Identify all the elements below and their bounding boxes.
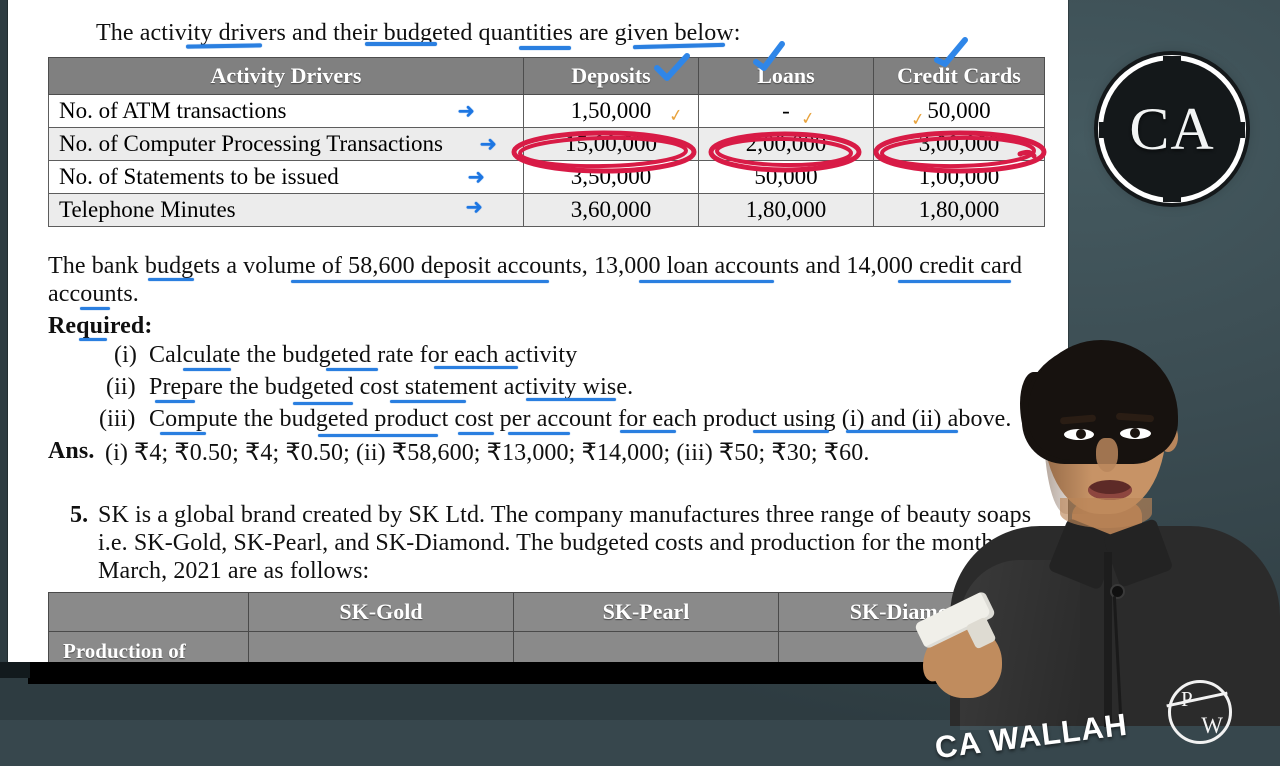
requirement-num: (iii) (99, 406, 136, 432)
cell-deposits: 3,60,000 (523, 193, 699, 227)
ca-logo-text: CA (1129, 96, 1215, 162)
underline-mark (185, 43, 263, 49)
question-number: 5. (70, 502, 89, 528)
required-label: Required: (48, 313, 153, 339)
ca-logo: CA (1099, 56, 1245, 202)
arrow-icon: ➜ (457, 99, 475, 123)
underline-mark (753, 430, 829, 433)
video-background: The activity drivers and their budgeted … (0, 0, 1280, 765)
cell-credit-cards: 50,000 (873, 94, 1045, 128)
underline-mark (155, 400, 195, 403)
presenter-mouth (1088, 480, 1132, 500)
cell-deposits: 15,00,000 (523, 127, 699, 161)
logo-notch (1233, 122, 1245, 138)
arrow-icon: ➜ (465, 195, 483, 220)
presenter-nose (1096, 438, 1118, 472)
underline-mark (293, 402, 353, 405)
requirement-text: Compute the budgeted product cost per ac… (149, 406, 1012, 432)
col-deposits: Deposits (523, 57, 699, 95)
cell-loans: 2,00,000 (698, 127, 874, 161)
body-line-2: accounts. (48, 281, 139, 307)
body-line-1: The bank budgets a volume of 58,600 depo… (48, 253, 1023, 279)
table-row: Production of (48, 631, 1045, 662)
underline-mark (326, 368, 378, 371)
col-blank (48, 592, 249, 632)
document-slide: The activity drivers and their budgeted … (8, 0, 1068, 662)
col-credit-cards: Credit Cards (873, 57, 1045, 95)
activity-drivers-table: Activity Drivers Deposits Loans Credit C… (48, 57, 1045, 227)
table-row: No. of ATM transactions ➜ 1,50,000 - 50,0… (48, 94, 1045, 128)
underline-mark (390, 400, 466, 403)
col-sk-pearl: SK-Pearl (513, 592, 779, 632)
underline-mark (508, 432, 570, 435)
requirement-num: (ii) (106, 374, 136, 400)
presenter: P W CA WALLAH (913, 330, 1280, 765)
cell-loans: 1,80,000 (698, 193, 874, 227)
table-header-row: Activity Drivers Deposits Loans Credit C… (48, 57, 1045, 95)
tick-icon: ✓ (799, 108, 817, 130)
document-shadow-left (0, 662, 30, 678)
underline-mark (526, 398, 616, 401)
row-label: No. of ATM transactions (59, 98, 287, 123)
cell-credit-cards: 1,00,000 (873, 160, 1045, 194)
question5-line2: i.e. SK-Gold, SK-Pearl, and SK-Diamond. … (98, 530, 994, 556)
pupil-left (1076, 429, 1086, 439)
underline-mark (318, 434, 438, 437)
question5-line1: SK is a global brand created by SK Ltd. … (98, 502, 1032, 528)
underline-mark (639, 280, 774, 283)
underline-mark (458, 432, 494, 435)
cell-loans: - (698, 94, 874, 128)
cell-pearl (513, 631, 779, 662)
pupil-right (1130, 428, 1140, 438)
arrow-icon: ➜ (479, 132, 497, 156)
tick-icon: ✓ (667, 105, 685, 127)
col-activity-drivers: Activity Drivers (48, 57, 524, 95)
row-label: Telephone Minutes (59, 197, 236, 222)
underline-mark (519, 46, 571, 50)
col-loans: Loans (698, 57, 874, 95)
requirement-num: (i) (114, 342, 137, 368)
cell-credit-cards: 1,80,000 (873, 193, 1045, 227)
cell-loans: 50,000 (698, 160, 874, 194)
tick-icon: ✓ (909, 109, 927, 131)
underline-mark (160, 432, 206, 435)
sk-products-table: SK-Gold SK-Pearl SK-Diamond Production o… (48, 592, 1045, 662)
table-row: No. of Computer Processing Transactions ➜… (48, 127, 1045, 161)
shirt-placket (1104, 552, 1112, 727)
underline-mark (365, 42, 437, 46)
logo-notch (1163, 190, 1181, 202)
col-sk-gold: SK-Gold (248, 592, 514, 632)
underline-mark (898, 280, 1011, 283)
requirement-text: Prepare the budgeted cost statement acti… (149, 374, 634, 400)
answer-label: Ans. (48, 438, 95, 464)
row-label: No. of Statements to be issued (59, 164, 339, 189)
table-row: Telephone Minutes ➜ 3,60,000 1,80,000 1,8… (48, 193, 1045, 227)
underline-mark (80, 307, 110, 310)
underline-mark (291, 280, 549, 283)
question5-line3: March, 2021 are as follows: (98, 558, 370, 584)
cell-deposits: 3,50,000 (523, 160, 699, 194)
underline-mark (79, 338, 107, 341)
underline-mark (434, 366, 518, 369)
logo-notch (1163, 56, 1181, 68)
underline-mark (148, 278, 194, 281)
row-label: No. of Computer Processing Transactions (59, 131, 443, 156)
table-header-row: SK-Gold SK-Pearl SK-Diamond (48, 592, 1045, 632)
answer-text: (i) ₹4; ₹0.50; ₹4; ₹0.50; (ii) ₹58,600; … (105, 440, 870, 466)
presenter-chin (1060, 498, 1152, 528)
logo-notch (1099, 122, 1111, 138)
arrow-icon: ➜ (467, 165, 485, 189)
table-row: No. of Statements to be issued ➜ 3,50,000… (48, 160, 1045, 194)
requirement-text: Calculate the budgeted rate for each act… (149, 342, 578, 368)
cell-gold (248, 631, 514, 662)
underline-mark (620, 430, 676, 433)
underline-mark (183, 368, 231, 371)
cell-credit-cards: 3,00,000 (873, 127, 1045, 161)
row-label: Production of (48, 631, 249, 662)
